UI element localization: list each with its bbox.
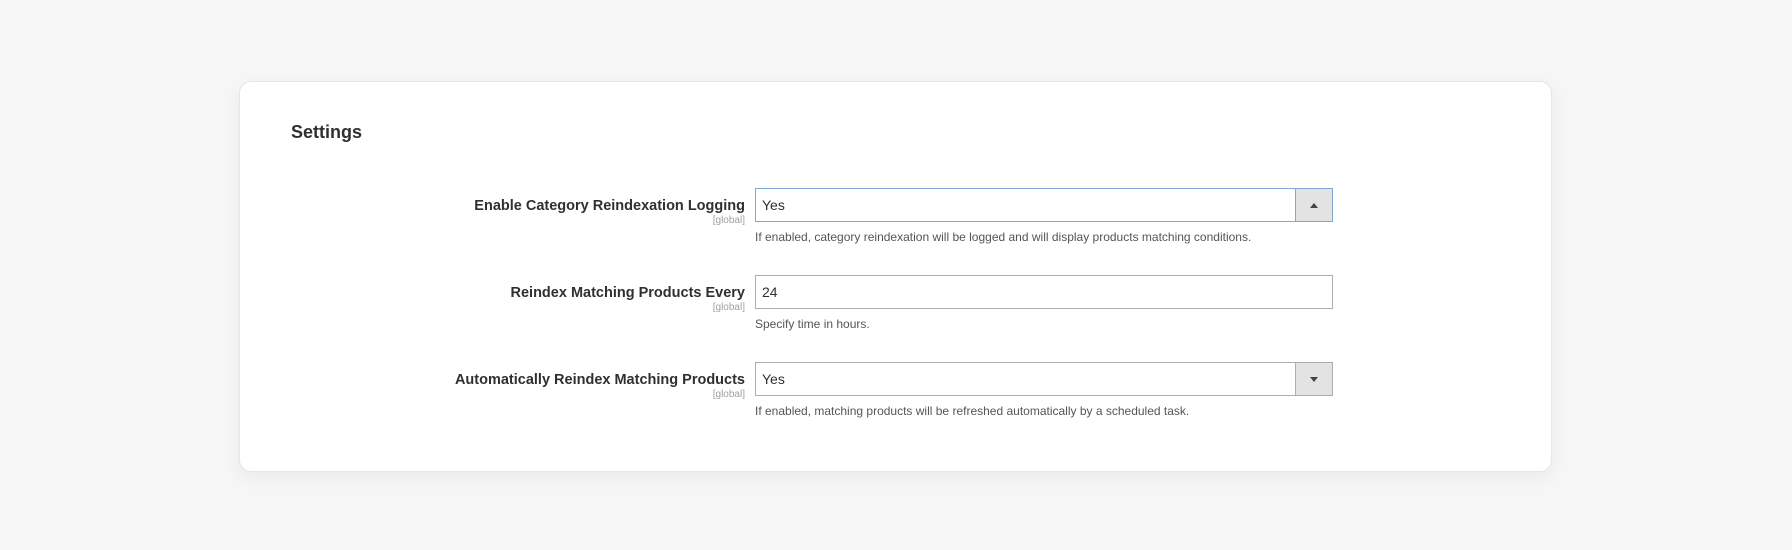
caret-up-icon	[1310, 202, 1318, 208]
label-auto-reindex: Automatically Reindex Matching Products	[454, 372, 745, 388]
reindex-every-field[interactable]	[755, 275, 1333, 309]
enable-logging-select[interactable]: Yes	[755, 188, 1333, 222]
label-reindex-every: Reindex Matching Products Every	[510, 285, 745, 301]
enable-logging-dropdown-toggle[interactable]	[1295, 189, 1332, 221]
auto-reindex-note: If enabled, matching products will be re…	[755, 404, 1190, 418]
scope-auto-reindex: [global]	[712, 389, 745, 400]
scope-reindex-every: [global]	[712, 302, 745, 313]
caret-down-icon	[1310, 376, 1318, 382]
label-enable-logging: Enable Category Reindexation Logging	[474, 198, 745, 214]
field-row-auto-reindex: Automatically Reindex Matching Products …	[240, 362, 1551, 432]
reindex-every-input[interactable]	[762, 284, 1262, 300]
enable-logging-select-value: Yes	[762, 197, 785, 213]
field-label-auto-reindex: Automatically Reindex Matching Products …	[455, 371, 745, 400]
field-label-enable-logging: Enable Category Reindexation Logging [gl…	[474, 197, 745, 226]
auto-reindex-dropdown-toggle[interactable]	[1295, 363, 1332, 395]
scope-enable-logging: [global]	[712, 215, 745, 226]
auto-reindex-select-value: Yes	[762, 371, 785, 387]
field-label-reindex-every: Reindex Matching Products Every [global]	[511, 284, 745, 313]
settings-card: Settings Enable Category Reindexation Lo…	[239, 81, 1552, 472]
auto-reindex-select[interactable]: Yes	[755, 362, 1333, 396]
enable-logging-note: If enabled, category reindexation will b…	[755, 230, 1252, 244]
field-row-enable-logging: Enable Category Reindexation Logging [gl…	[240, 188, 1551, 258]
section-title: Settings	[291, 122, 363, 142]
reindex-every-note: Specify time in hours.	[755, 317, 870, 331]
field-row-reindex-every: Reindex Matching Products Every [global]…	[240, 275, 1551, 345]
